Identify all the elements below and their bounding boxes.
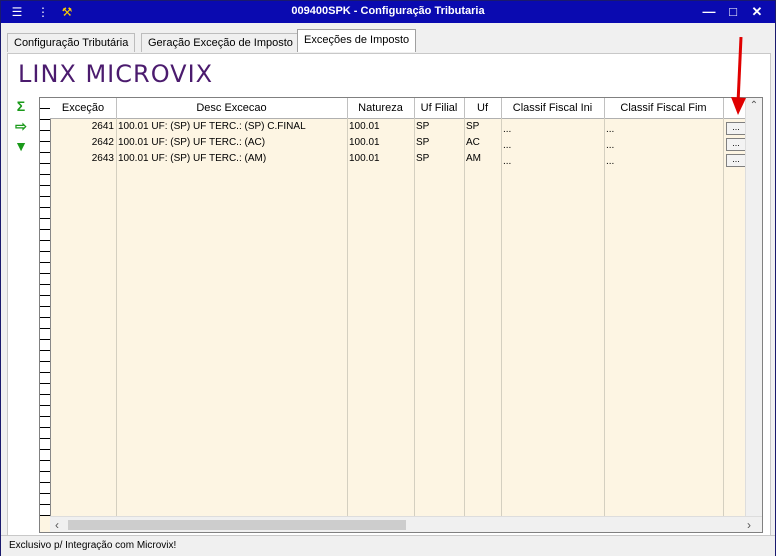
horizontal-scrollbar[interactable]: ‹ › bbox=[50, 516, 762, 532]
row-indicator[interactable] bbox=[40, 131, 50, 142]
row-indicator[interactable] bbox=[40, 439, 50, 450]
row-indicator[interactable] bbox=[40, 285, 50, 296]
row-indicator[interactable] bbox=[40, 329, 50, 340]
row-indicator[interactable] bbox=[40, 252, 50, 263]
row-indicator[interactable] bbox=[40, 109, 50, 120]
cell-excecao: 2643 bbox=[91, 153, 114, 164]
grid-line bbox=[604, 118, 605, 516]
row-indicator[interactable] bbox=[40, 483, 50, 494]
row-indicator[interactable] bbox=[40, 417, 50, 428]
red-arrow-annotation bbox=[731, 37, 746, 115]
scroll-right-icon[interactable]: › bbox=[742, 518, 756, 532]
col-header-desc-excecao[interactable]: Desc Excecao bbox=[116, 98, 348, 118]
row-indicator[interactable] bbox=[40, 362, 50, 373]
row-indicator[interactable] bbox=[40, 98, 50, 109]
row-indicator[interactable] bbox=[40, 186, 50, 197]
cell-uf: AM bbox=[466, 153, 481, 164]
vertical-scrollbar[interactable]: ⌃ bbox=[745, 98, 762, 516]
grid-line bbox=[347, 118, 348, 516]
export-icon[interactable]: ⇨ bbox=[13, 117, 29, 137]
window-title: 009400SPK - Configuração Tributaria bbox=[291, 5, 485, 17]
row-indicator[interactable] bbox=[40, 164, 50, 175]
table-row[interactable]: 2642 100.01 UF: (SP) UF TERC.: (AC) 100.… bbox=[50, 136, 746, 152]
row-indicator[interactable] bbox=[40, 406, 50, 417]
cell-natureza: 100.01 bbox=[349, 121, 380, 132]
row-indicator[interactable] bbox=[40, 373, 50, 384]
horizontal-scroll-thumb[interactable] bbox=[68, 520, 406, 530]
row-indicator[interactable] bbox=[40, 307, 50, 318]
sum-icon[interactable]: Σ bbox=[13, 97, 29, 117]
table-row[interactable]: 2643 100.01 UF: (SP) UF TERC.: (AM) 100.… bbox=[50, 152, 746, 168]
grid-header: Exceção Desc Excecao Natureza Uf Filial … bbox=[50, 98, 746, 119]
app-window: ☰ ⋮ ⚒ 009400SPK - Configuração Tributari… bbox=[0, 0, 776, 556]
row-indicator[interactable] bbox=[40, 461, 50, 472]
row-indicator[interactable] bbox=[40, 175, 50, 186]
filter-icon[interactable]: ▼ bbox=[13, 137, 29, 157]
row-indicator[interactable] bbox=[40, 384, 50, 395]
row-indicator[interactable] bbox=[40, 395, 50, 406]
row-ellipsis-button[interactable]: ... bbox=[726, 154, 746, 167]
row-indicator[interactable] bbox=[40, 505, 50, 516]
cell-desc: 100.01 UF: (SP) UF TERC.: (AM) bbox=[118, 153, 267, 164]
scroll-left-icon[interactable]: ‹ bbox=[50, 518, 64, 532]
row-indicator[interactable] bbox=[40, 230, 50, 241]
linx-microvix-logo: LINX MICROVIX bbox=[18, 60, 214, 88]
cell-desc: 100.01 UF: (SP) UF TERC.: (SP) C.FINAL bbox=[118, 121, 306, 132]
title-bar: ☰ ⋮ ⚒ 009400SPK - Configuração Tributari… bbox=[1, 1, 775, 23]
row-indicator[interactable] bbox=[40, 120, 50, 131]
table-row[interactable]: 2641 100.01 UF: (SP) UF TERC.: (SP) C.FI… bbox=[50, 120, 746, 136]
cell-excecao: 2642 bbox=[91, 137, 114, 148]
cell-classif-fiscal-fim[interactable]: ... bbox=[606, 155, 722, 171]
cell-uf-filial: SP bbox=[416, 153, 430, 164]
col-header-natureza[interactable]: Natureza bbox=[347, 98, 415, 118]
cell-uf-filial: SP bbox=[416, 137, 430, 148]
row-indicator[interactable] bbox=[40, 263, 50, 274]
maximize-icon[interactable]: □ bbox=[725, 4, 741, 20]
cell-natureza: 100.01 bbox=[349, 137, 380, 148]
col-header-excecao[interactable]: Exceção bbox=[50, 98, 117, 118]
row-indicator[interactable] bbox=[40, 219, 50, 230]
exceptions-grid: Exceção Desc Excecao Natureza Uf Filial … bbox=[39, 97, 763, 533]
row-indicator[interactable] bbox=[40, 142, 50, 153]
tab-geracao-excecao[interactable]: Geração Exceção de Imposto bbox=[141, 33, 300, 52]
cell-uf-filial: SP bbox=[416, 121, 430, 132]
grid-line bbox=[116, 118, 117, 516]
row-indicator[interactable] bbox=[40, 340, 50, 351]
row-indicator[interactable] bbox=[40, 208, 50, 219]
row-indicator[interactable] bbox=[40, 274, 50, 285]
row-indicator[interactable] bbox=[40, 472, 50, 483]
row-indicator[interactable] bbox=[40, 450, 50, 461]
cell-excecao: 2641 bbox=[91, 121, 114, 132]
col-header-uf[interactable]: Uf bbox=[464, 98, 502, 118]
row-indicator[interactable] bbox=[40, 241, 50, 252]
col-header-classif-fiscal-ini[interactable]: Classif Fiscal Ini bbox=[501, 98, 605, 118]
row-indicator[interactable] bbox=[40, 428, 50, 439]
grid-line bbox=[501, 118, 502, 516]
tab-excecoes-imposto[interactable]: Exceções de Imposto bbox=[297, 29, 417, 52]
side-toolbar: Σ ⇨ ▼ bbox=[13, 97, 29, 157]
tab-configuracao-tributaria[interactable]: Configuração Tributária bbox=[7, 33, 136, 52]
grid-line bbox=[723, 118, 724, 516]
row-indicator[interactable] bbox=[40, 351, 50, 362]
cell-desc: 100.01 UF: (SP) UF TERC.: (AC) bbox=[118, 137, 266, 148]
close-icon[interactable]: ✕ bbox=[749, 4, 765, 20]
col-header-uf-filial[interactable]: Uf Filial bbox=[414, 98, 465, 118]
cell-classif-fiscal-ini[interactable]: ... bbox=[503, 155, 603, 171]
row-ellipsis-button[interactable]: ... bbox=[726, 122, 746, 135]
grid-line bbox=[464, 118, 465, 516]
row-indicator[interactable] bbox=[40, 494, 50, 505]
status-text: Exclusivo p/ Integração com Microvix! bbox=[9, 540, 177, 551]
cell-natureza: 100.01 bbox=[349, 153, 380, 164]
row-ellipsis-button[interactable]: ... bbox=[726, 138, 746, 151]
cell-uf: SP bbox=[466, 121, 480, 132]
row-indicator[interactable] bbox=[40, 296, 50, 307]
grid-line bbox=[414, 118, 415, 516]
minimize-icon[interactable]: — bbox=[701, 4, 717, 20]
status-bar: Exclusivo p/ Integração com Microvix! bbox=[1, 535, 775, 556]
row-indicator[interactable] bbox=[40, 318, 50, 329]
cell-uf: AC bbox=[466, 137, 480, 148]
row-indicator[interactable] bbox=[40, 153, 50, 164]
row-indicator[interactable] bbox=[40, 197, 50, 208]
col-header-classif-fiscal-fim[interactable]: Classif Fiscal Fim bbox=[604, 98, 724, 118]
